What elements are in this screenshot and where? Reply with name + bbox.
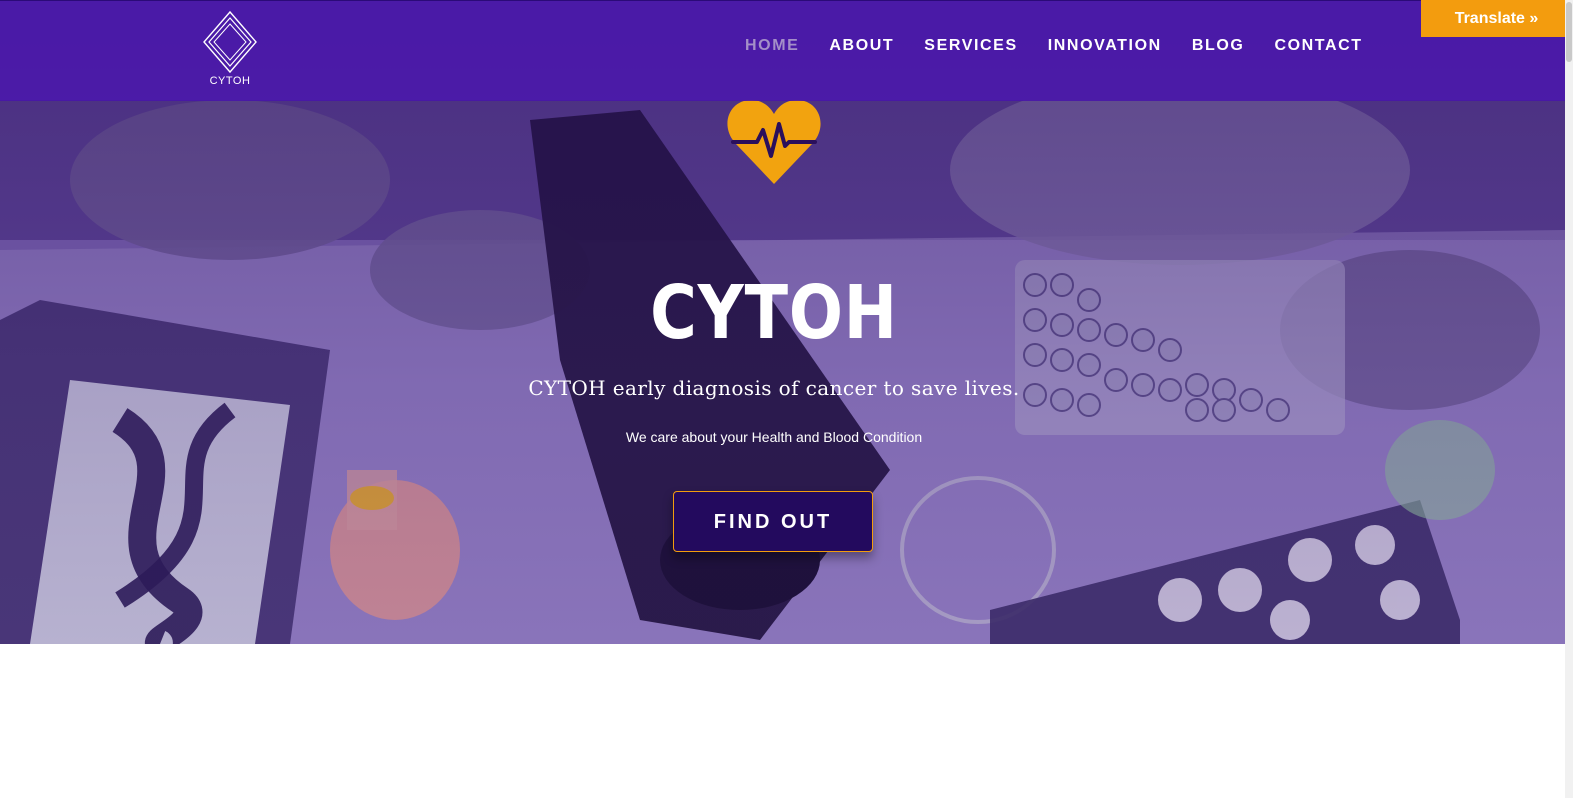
diamond-logo-icon xyxy=(203,10,257,74)
main-nav: HOME ABOUT SERVICES INNOVATION BLOG CONT… xyxy=(745,37,1393,57)
hero-title: CYTOH xyxy=(650,270,898,356)
scrollbar-thumb[interactable] xyxy=(1566,2,1572,62)
page-scrollbar[interactable] xyxy=(1565,0,1573,798)
logo-text: CYTOH xyxy=(209,75,251,87)
hero-tagline: We care about your Health and Blood Cond… xyxy=(625,429,923,445)
nav-item-innovation[interactable]: INNOVATION xyxy=(1048,37,1162,57)
nav-item-services[interactable]: SERVICES xyxy=(924,37,1017,57)
find-out-button[interactable]: FIND OUT xyxy=(673,491,873,552)
translate-button[interactable]: Translate » xyxy=(1421,0,1572,37)
nav-item-about[interactable]: ABOUT xyxy=(829,37,894,57)
site-logo[interactable]: CYTOH xyxy=(200,10,260,90)
hero-subtitle: CYTOH early diagnosis of cancer to save … xyxy=(528,376,1020,400)
nav-item-home[interactable]: HOME xyxy=(745,37,799,57)
nav-item-contact[interactable]: CONTACT xyxy=(1274,37,1362,57)
heart-pulse-icon xyxy=(727,100,821,184)
site-header: CYTOH HOME ABOUT SERVICES INNOVATION BLO… xyxy=(0,0,1565,101)
page: CYTOH CYTOH early diagnosis of cancer to… xyxy=(0,0,1573,798)
nav-item-blog[interactable]: BLOG xyxy=(1192,37,1245,57)
